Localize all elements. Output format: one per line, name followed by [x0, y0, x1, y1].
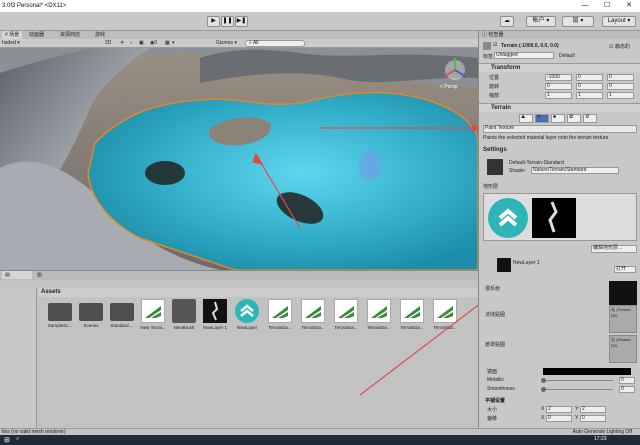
material-name: Default-Terrain-Standard	[509, 160, 564, 166]
terrain-description: Paints the selected material layer onto …	[483, 135, 609, 141]
terrain-layer-palette[interactable]	[483, 193, 637, 241]
terrain-tool-buttons: ⛰ ✎ ♣ ✿ ⚙	[479, 114, 640, 123]
shader-dropdown[interactable]: Nature/Terrain/Standard	[531, 167, 619, 174]
smoothness-row: Smoothness 0	[479, 386, 640, 394]
smoothness-slider[interactable]	[543, 389, 613, 390]
terrain-layers-label: 地形层	[483, 184, 499, 190]
info-icon: ⓘ	[482, 32, 488, 38]
smoothness-slider-handle[interactable]	[541, 387, 546, 392]
rotation-z-field[interactable]: 0	[607, 83, 634, 90]
inspector-tab[interactable]: ⓘ 检查器	[479, 31, 640, 39]
metallic-row: Metallic 0	[479, 377, 640, 385]
tiling-settings-label: 平铺设置	[485, 398, 506, 404]
chevron-up-icon[interactable]	[488, 198, 528, 238]
paint-trees-tool[interactable]: ♣	[551, 114, 565, 123]
specular-row: 镜面	[479, 368, 640, 376]
offset-y-field[interactable]: 0	[580, 415, 606, 422]
position-y-field[interactable]: 0	[576, 74, 603, 81]
flower-texture-layer[interactable]	[532, 198, 576, 238]
specular-color-field[interactable]	[543, 368, 631, 375]
metallic-value[interactable]: 0	[619, 377, 635, 384]
rotation-x-field[interactable]: 0	[545, 83, 572, 90]
inspector-panel: ⓘ 检查器 ☑ Terrain (-1000.0, 0.0, 0.0) ☑ 静态…	[478, 31, 640, 435]
tag-dropdown[interactable]: Untagged	[494, 52, 554, 59]
scale-x-field[interactable]: 1	[545, 92, 572, 99]
material-preview[interactable]	[487, 159, 503, 175]
clock: 17:23	[594, 436, 607, 442]
transform-header[interactable]: Transform	[479, 63, 640, 72]
size-y-field[interactable]: 2	[580, 406, 606, 413]
layer-detail-row: NewLayer 1 打开	[479, 257, 640, 275]
mask-map-slot[interactable]: 无 (Texture 2D)	[609, 335, 637, 363]
terrain-settings-tool[interactable]: ⚙	[583, 114, 597, 123]
diffuse-texture-slot[interactable]	[609, 281, 637, 305]
metallic-slider[interactable]	[543, 380, 613, 381]
layer-name: NewLayer 1	[513, 260, 540, 266]
object-header: ☑ Terrain (-1000.0, 0.0, 0.0) ☑ 静态的	[479, 41, 640, 51]
offset-x-field[interactable]: 0	[546, 415, 572, 422]
offset-row: 偏移 X 0 Y 0	[479, 415, 640, 423]
paint-terrain-tool[interactable]: ✎	[535, 114, 549, 123]
rotation-y-field[interactable]: 0	[576, 83, 603, 90]
open-layer-button[interactable]: 打开	[614, 266, 636, 273]
edit-terrain-layers-button[interactable]: 编辑地形层...	[591, 245, 637, 253]
normal-map-slot[interactable]: 无 (Texture 2D)	[609, 305, 637, 333]
paint-details-tool[interactable]: ✿	[567, 114, 581, 123]
rotation-row: 旋转 0 0 0	[479, 83, 640, 91]
tag-label: 标签	[483, 54, 494, 60]
paint-texture-dropdown[interactable]: Paint Texture	[483, 125, 637, 133]
material-row: Default-Terrain-Standard Shader Nature/T…	[479, 158, 640, 176]
size-x-field[interactable]: 2	[546, 406, 572, 413]
size-row: 大小 X 2 Y 2	[479, 406, 640, 414]
position-x-field[interactable]: -1000	[545, 74, 572, 81]
os-taskbar: ⊞ ⌕ 17:23	[0, 435, 640, 445]
status-bar: ties (no valid mesh renderer) Auto Gener…	[0, 428, 640, 435]
tag-layer-row: 标签 Untagged Default	[479, 52, 640, 60]
search-icon[interactable]: ⌕	[16, 436, 19, 443]
scale-y-field[interactable]: 1	[576, 92, 603, 99]
layer-label: Default	[559, 53, 575, 59]
smoothness-value[interactable]: 0	[619, 386, 635, 393]
layer-thumbnail	[497, 258, 511, 272]
shader-label: Shader	[509, 168, 526, 174]
scale-row: 缩放 1 1 1	[479, 92, 640, 100]
object-name[interactable]: Terrain (-1000.0, 0.0, 0.0)	[501, 43, 559, 49]
raise-terrain-tool[interactable]: ⛰	[519, 114, 533, 123]
settings-label: Settings	[483, 147, 507, 153]
windows-start-icon[interactable]: ⊞	[4, 436, 10, 444]
position-row: 位置 -1000 0 0	[479, 74, 640, 82]
active-checkbox[interactable]: ☑	[493, 42, 497, 48]
cube-icon	[483, 42, 491, 50]
terrain-header[interactable]: Terrain	[479, 103, 640, 112]
static-toggle[interactable]: ☑ 静态的	[609, 43, 630, 50]
scale-z-field[interactable]: 1	[607, 92, 634, 99]
position-z-field[interactable]: 0	[607, 74, 634, 81]
metallic-slider-handle[interactable]	[541, 378, 546, 383]
